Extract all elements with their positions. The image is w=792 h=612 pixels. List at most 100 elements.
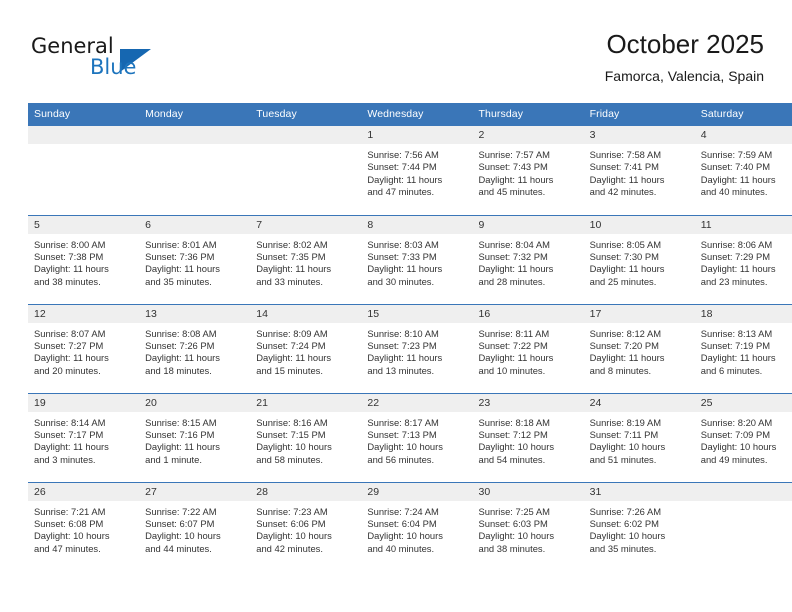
sunset-time: Sunset: 6:06 PM bbox=[256, 517, 326, 529]
calendar-day-cell[interactable]: 27 Sunrise: 7:22 AM Sunset: 6:07 PM Dayligh… bbox=[139, 481, 251, 571]
day-sun-info: Sunrise: 8:02 AM Sunset: 7:35 PM Daylight:… bbox=[250, 234, 361, 289]
daylight-duration-line1: Daylight: 10 hours bbox=[145, 530, 221, 542]
sunrise-time: Sunrise: 8:18 AM bbox=[478, 416, 550, 428]
calendar-day-cell[interactable]: 11 Sunrise: 8:06 AM Sunset: 7:29 PM Dayligh… bbox=[694, 214, 792, 304]
sunrise-time: Sunrise: 8:12 AM bbox=[589, 327, 662, 339]
calendar-day-cell[interactable]: 2 Sunrise: 7:57 AM Sunset: 7:43 PM Daylight… bbox=[472, 126, 584, 215]
calendar-day-cell[interactable]: 9 Sunrise: 8:04 AM Sunset: 7:32 PM Daylight… bbox=[472, 214, 584, 304]
calendar-day-cell[interactable]: 16 Sunrise: 8:11 AM Sunset: 7:22 PM Dayligh… bbox=[472, 303, 584, 393]
sunrise-time: Sunrise: 8:15 AM bbox=[145, 416, 217, 428]
day-sun-info: Sunrise: 7:26 AM Sunset: 6:02 PM Daylight:… bbox=[584, 501, 695, 556]
sunset-time: Sunset: 7:16 PM bbox=[145, 428, 215, 440]
weekday-header-tuesday: Tuesday bbox=[250, 103, 362, 126]
calendar-day-cell[interactable]: 30 Sunrise: 7:25 AM Sunset: 6:03 PM Dayligh… bbox=[472, 481, 584, 571]
sunrise-time: Sunrise: 8:07 AM bbox=[34, 327, 106, 339]
sunrise-time: Sunrise: 8:01 AM bbox=[145, 238, 217, 250]
sunrise-time: Sunrise: 7:57 AM bbox=[478, 149, 550, 160]
daylight-duration-line2: and 20 minutes. bbox=[34, 364, 101, 376]
calendar-day-cell[interactable]: 23 Sunrise: 8:18 AM Sunset: 7:12 PM Dayligh… bbox=[472, 392, 584, 482]
sunrise-time: Sunrise: 8:20 AM bbox=[700, 416, 773, 428]
day-number: 30 bbox=[472, 482, 584, 501]
calendar-day-cell[interactable]: 28 Sunrise: 7:23 AM Sunset: 6:06 PM Dayligh… bbox=[250, 481, 362, 571]
daylight-duration-line1: Daylight: 10 hours bbox=[700, 441, 777, 453]
daylight-duration-line2: and 13 minutes. bbox=[367, 364, 435, 376]
sunset-time: Sunset: 7:22 PM bbox=[478, 339, 548, 351]
calendar-day-cell[interactable]: 22 Sunrise: 8:17 AM Sunset: 7:13 PM Dayligh… bbox=[361, 392, 473, 482]
calendar-day-cell[interactable]: 20 Sunrise: 8:15 AM Sunset: 7:16 PM Dayligh… bbox=[139, 392, 251, 482]
day-sun-info: Sunrise: 7:58 AM Sunset: 7:41 PM Daylight:… bbox=[584, 144, 695, 199]
calendar-day-cell[interactable]: 15 Sunrise: 8:10 AM Sunset: 7:23 PM Dayligh… bbox=[361, 303, 473, 393]
day-sun-info: Sunrise: 8:16 AM Sunset: 7:15 PM Daylight:… bbox=[250, 412, 361, 467]
sunrise-time: Sunrise: 7:24 AM bbox=[367, 505, 439, 517]
calendar-day-cell[interactable]: 3 Sunrise: 7:58 AM Sunset: 7:41 PM Daylight… bbox=[583, 126, 695, 215]
calendar-day-cell[interactable]: 8 Sunrise: 8:03 AM Sunset: 7:33 PM Daylight… bbox=[361, 214, 473, 304]
daylight-duration-line1: Daylight: 11 hours bbox=[367, 352, 443, 364]
sunset-time: Sunset: 7:24 PM bbox=[256, 339, 326, 351]
day-number: 12 bbox=[28, 304, 140, 323]
sunrise-time: Sunrise: 8:03 AM bbox=[367, 238, 439, 250]
sunrise-time: Sunrise: 8:14 AM bbox=[34, 416, 106, 428]
daylight-duration-line1: Daylight: 11 hours bbox=[34, 263, 109, 275]
sunrise-time: Sunrise: 7:59 AM bbox=[700, 149, 773, 160]
sunset-time: Sunset: 7:38 PM bbox=[34, 250, 104, 262]
calendar-day-cell[interactable]: 4 Sunrise: 7:59 AM Sunset: 7:40 PM Daylight… bbox=[694, 126, 792, 215]
day-number bbox=[28, 126, 140, 144]
day-sun-info: Sunrise: 8:18 AM Sunset: 7:12 PM Daylight:… bbox=[473, 412, 584, 467]
sunset-time: Sunset: 7:20 PM bbox=[589, 339, 659, 351]
sunset-time: Sunset: 6:08 PM bbox=[34, 517, 104, 529]
daylight-duration-line1: Daylight: 10 hours bbox=[589, 530, 666, 542]
calendar-day-cell[interactable]: 25 Sunrise: 8:20 AM Sunset: 7:09 PM Dayligh… bbox=[694, 392, 792, 482]
sunset-time: Sunset: 7:32 PM bbox=[478, 250, 548, 262]
day-number: 27 bbox=[139, 482, 251, 501]
calendar-day-cell[interactable]: 29 Sunrise: 7:24 AM Sunset: 6:04 PM Dayligh… bbox=[361, 481, 473, 571]
weekday-header-thursday: Thursday bbox=[472, 103, 584, 126]
calendar-day-cell[interactable]: 12 Sunrise: 8:07 AM Sunset: 7:27 PM Dayligh… bbox=[28, 303, 140, 393]
daylight-duration-line1: Daylight: 11 hours bbox=[478, 263, 554, 275]
daylight-duration-line2: and 38 minutes. bbox=[34, 275, 101, 287]
calendar-day-cell[interactable]: 21 Sunrise: 8:16 AM Sunset: 7:15 PM Dayligh… bbox=[250, 392, 362, 482]
day-sun-info: Sunrise: 7:24 AM Sunset: 6:04 PM Daylight:… bbox=[361, 501, 472, 556]
sunset-time: Sunset: 7:36 PM bbox=[145, 250, 215, 262]
weekday-header-monday: Monday bbox=[139, 103, 251, 126]
calendar-day-cell[interactable]: 18 Sunrise: 8:13 AM Sunset: 7:19 PM Dayligh… bbox=[694, 303, 792, 393]
sunset-time: Sunset: 7:44 PM bbox=[367, 161, 437, 173]
day-sun-info: Sunrise: 7:25 AM Sunset: 6:03 PM Daylight:… bbox=[473, 501, 584, 556]
calendar-day-cell[interactable]: 1 Sunrise: 7:56 AM Sunset: 7:44 PM Daylight… bbox=[361, 126, 473, 215]
sunset-time: Sunset: 7:41 PM bbox=[589, 161, 659, 173]
day-number: 11 bbox=[694, 215, 792, 234]
calendar-day-cell[interactable]: 10 Sunrise: 8:05 AM Sunset: 7:30 PM Dayligh… bbox=[583, 214, 695, 304]
daylight-duration-line1: Daylight: 10 hours bbox=[34, 530, 110, 542]
sunset-time: Sunset: 7:19 PM bbox=[700, 339, 771, 351]
calendar-day-cell[interactable]: 26 Sunrise: 7:21 AM Sunset: 6:08 PM Dayligh… bbox=[28, 481, 140, 571]
sunrise-time: Sunrise: 8:19 AM bbox=[589, 416, 662, 428]
sunset-time: Sunset: 7:35 PM bbox=[256, 250, 326, 262]
calendar-day-cell[interactable]: 19 Sunrise: 8:14 AM Sunset: 7:17 PM Dayligh… bbox=[28, 392, 140, 482]
calendar-day-cell[interactable]: 14 Sunrise: 8:09 AM Sunset: 7:24 PM Dayligh… bbox=[250, 303, 362, 393]
day-sun-info: Sunrise: 7:22 AM Sunset: 6:07 PM Daylight:… bbox=[139, 501, 250, 556]
weekday-header-wednesday: Wednesday bbox=[361, 103, 473, 126]
calendar-week-row: 5 Sunrise: 8:00 AM Sunset: 7:38 PM Daylight… bbox=[28, 214, 792, 304]
calendar-day-cell[interactable]: 6 Sunrise: 8:01 AM Sunset: 7:36 PM Daylight… bbox=[139, 214, 251, 304]
calendar-day-cell[interactable]: 7 Sunrise: 8:02 AM Sunset: 7:35 PM Daylight… bbox=[250, 214, 362, 304]
calendar-day-cell[interactable]: 5 Sunrise: 8:00 AM Sunset: 7:38 PM Daylight… bbox=[28, 214, 140, 304]
daylight-duration-line1: Daylight: 10 hours bbox=[478, 530, 555, 542]
daylight-duration-line2: and 56 minutes. bbox=[367, 453, 435, 465]
page-header: General Blue October 2025 Famorca, Valen… bbox=[28, 28, 764, 98]
sunrise-time: Sunrise: 8:05 AM bbox=[589, 238, 662, 250]
daylight-duration-line1: Daylight: 11 hours bbox=[700, 263, 776, 275]
daylight-duration-line2: and 23 minutes. bbox=[700, 275, 768, 287]
day-number: 28 bbox=[250, 482, 362, 501]
calendar-day-cell[interactable]: 24 Sunrise: 8:19 AM Sunset: 7:11 PM Dayligh… bbox=[583, 392, 695, 482]
brand-logo[interactable]: General Blue bbox=[28, 34, 258, 92]
day-number: 15 bbox=[361, 304, 473, 323]
calendar-week-row: 19 Sunrise: 8:14 AM Sunset: 7:17 PM Dayligh… bbox=[28, 392, 792, 482]
calendar-day-cell[interactable]: 13 Sunrise: 8:08 AM Sunset: 7:26 PM Dayligh… bbox=[139, 303, 251, 393]
calendar-day-cell[interactable]: 17 Sunrise: 8:12 AM Sunset: 7:20 PM Dayligh… bbox=[583, 303, 695, 393]
daylight-duration-line2: and 35 minutes. bbox=[589, 542, 657, 554]
daylight-duration-line1: Daylight: 10 hours bbox=[256, 530, 332, 542]
sunset-time: Sunset: 7:23 PM bbox=[367, 339, 437, 351]
calendar-body: 1 Sunrise: 7:56 AM Sunset: 7:44 PM Daylight… bbox=[28, 126, 792, 571]
sunset-time: Sunset: 6:07 PM bbox=[145, 517, 215, 529]
sunrise-time: Sunrise: 7:26 AM bbox=[589, 505, 662, 517]
calendar-day-cell[interactable]: 31 Sunrise: 7:26 AM Sunset: 6:02 PM Dayligh… bbox=[583, 481, 695, 571]
